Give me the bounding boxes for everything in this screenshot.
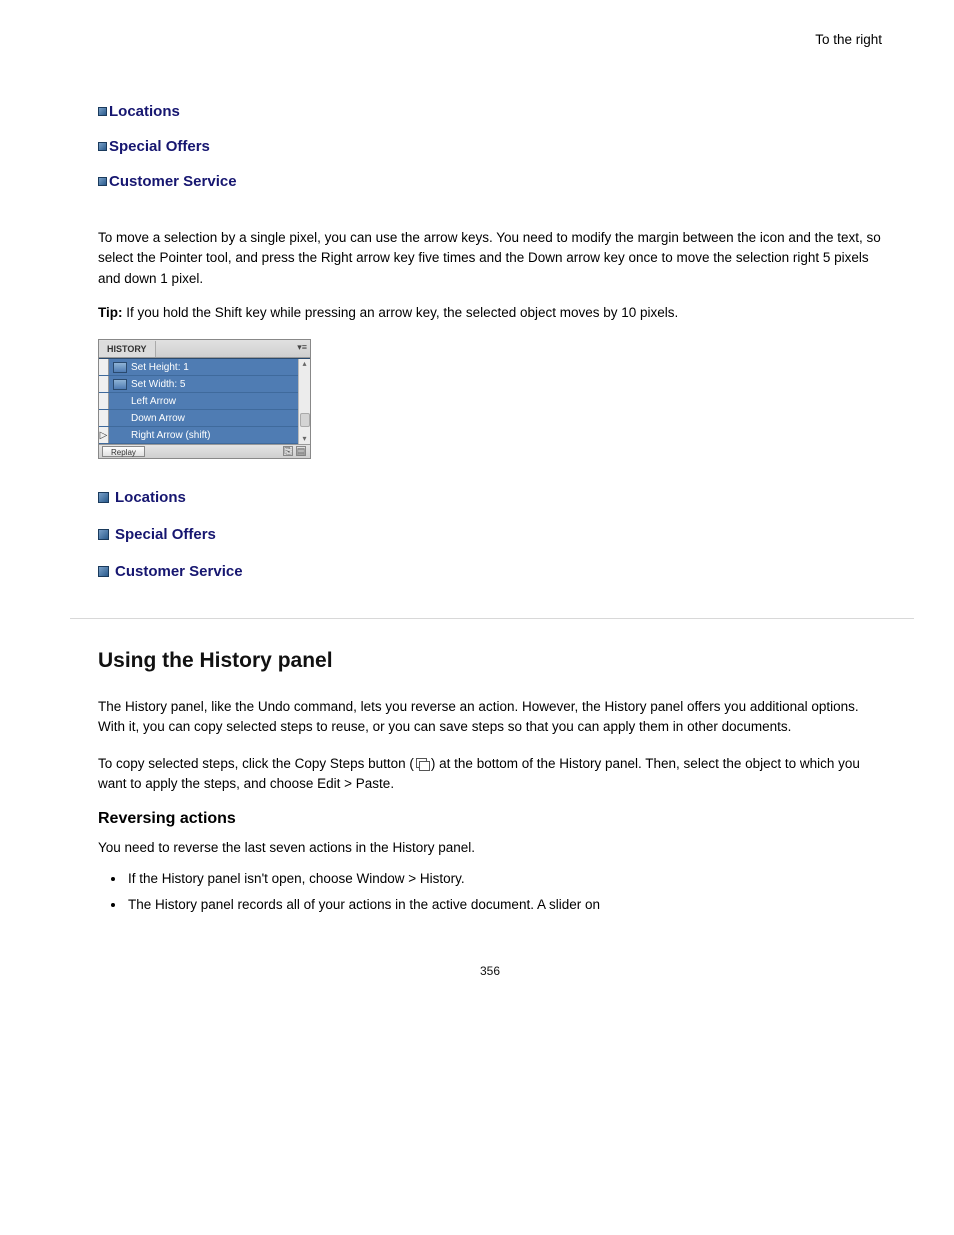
row-label: Set Height: 1 — [131, 362, 189, 373]
bullet-icon — [98, 107, 107, 116]
row-gutter — [99, 410, 109, 426]
nav-label: Locations — [115, 489, 186, 506]
panel-tabbar: HISTORY ▾≡ — [99, 340, 310, 358]
scroll-thumb[interactable] — [300, 413, 310, 427]
nav-item-special-offers[interactable]: Special Offers — [98, 526, 882, 543]
nav-item-locations[interactable]: Locations — [98, 103, 882, 120]
bullet-icon — [98, 177, 107, 186]
history-tab[interactable]: HISTORY — [99, 341, 156, 357]
history-row[interactable]: Left Arrow — [99, 393, 298, 410]
bullet-icon — [98, 529, 109, 540]
tip-label: Tip: — [98, 305, 123, 320]
panel-menu-icon[interactable]: ▾≡ — [297, 342, 307, 353]
list-item: The History panel records all of your ac… — [126, 892, 882, 918]
instruction-list: If the History panel isn't open, choose … — [98, 866, 882, 917]
nav-label: Special Offers — [115, 526, 216, 543]
replay-button[interactable]: Replay — [102, 446, 145, 457]
paragraph-reverse-seven: You need to reverse the last seven actio… — [98, 838, 882, 858]
row-label: Down Arrow — [131, 413, 185, 424]
row-label: Left Arrow — [131, 396, 176, 407]
bullet-icon — [98, 142, 107, 151]
panel-footer: Replay ⎘ ▤ — [99, 444, 310, 458]
heading-reversing-actions: Reversing actions — [98, 810, 882, 828]
nav-label: Customer Service — [109, 173, 237, 190]
history-row[interactable]: ▷ Right Arrow (shift) — [99, 427, 298, 444]
nav-item-customer-service[interactable]: Customer Service — [98, 173, 882, 190]
nav-label: Customer Service — [115, 563, 243, 580]
nav-group-2: Locations Special Offers Customer Servic… — [98, 489, 882, 580]
row-gutter — [99, 359, 109, 375]
nav-item-special-offers[interactable]: Special Offers — [98, 138, 882, 155]
paragraph-tip: Tip: If you hold the Shift key while pre… — [98, 303, 882, 323]
nav-item-locations[interactable]: Locations — [98, 489, 882, 506]
save-steps-icon[interactable]: ▤ — [296, 446, 306, 456]
history-panel: HISTORY ▾≡ Set Height: 1 Set Width: 5 Le… — [98, 339, 311, 459]
nav-group-1: Locations Special Offers Customer Servic… — [98, 103, 882, 190]
copy-steps-inline-icon — [416, 758, 429, 770]
nav-item-customer-service[interactable]: Customer Service — [98, 563, 882, 580]
paragraph-history-intro: The History panel, like the Undo command… — [98, 697, 882, 738]
panel-list: Set Height: 1 Set Width: 5 Left Arrow Do… — [99, 358, 310, 444]
history-row[interactable]: Down Arrow — [99, 410, 298, 427]
scroll-up-icon[interactable]: ▴ — [300, 359, 310, 369]
row-gutter — [99, 376, 109, 392]
header-right: To the right — [98, 32, 882, 47]
copy-steps-icon[interactable]: ⎘ — [283, 446, 293, 456]
nav-label: Locations — [109, 103, 180, 120]
row-icon — [113, 362, 127, 373]
history-row[interactable]: Set Height: 1 — [99, 359, 298, 376]
heading-history-panel: Using the History panel — [98, 649, 882, 673]
row-icon — [113, 379, 127, 390]
page-number: 356 — [98, 964, 882, 978]
scroll-down-icon[interactable]: ▾ — [300, 434, 310, 444]
row-label: Set Width: 5 — [131, 379, 185, 390]
row-label: Right Arrow (shift) — [131, 430, 210, 441]
paragraph-move-selection: To move a selection by a single pixel, y… — [98, 228, 882, 289]
scrollbar[interactable]: ▴ ▾ — [298, 359, 310, 444]
tip-text: If you hold the Shift key while pressing… — [123, 305, 679, 320]
row-gutter — [99, 393, 109, 409]
nav-label: Special Offers — [109, 138, 210, 155]
text-before-icon: To copy selected steps, click the Copy S… — [98, 756, 414, 771]
paragraph-copy-steps: To copy selected steps, click the Copy S… — [98, 754, 882, 795]
row-gutter: ▷ — [99, 427, 109, 443]
bullet-icon — [98, 492, 109, 503]
current-pointer-icon: ▷ — [100, 430, 108, 441]
section-divider — [70, 618, 914, 619]
history-row[interactable]: Set Width: 5 — [99, 376, 298, 393]
bullet-icon — [98, 566, 109, 577]
list-item: If the History panel isn't open, choose … — [126, 866, 882, 892]
